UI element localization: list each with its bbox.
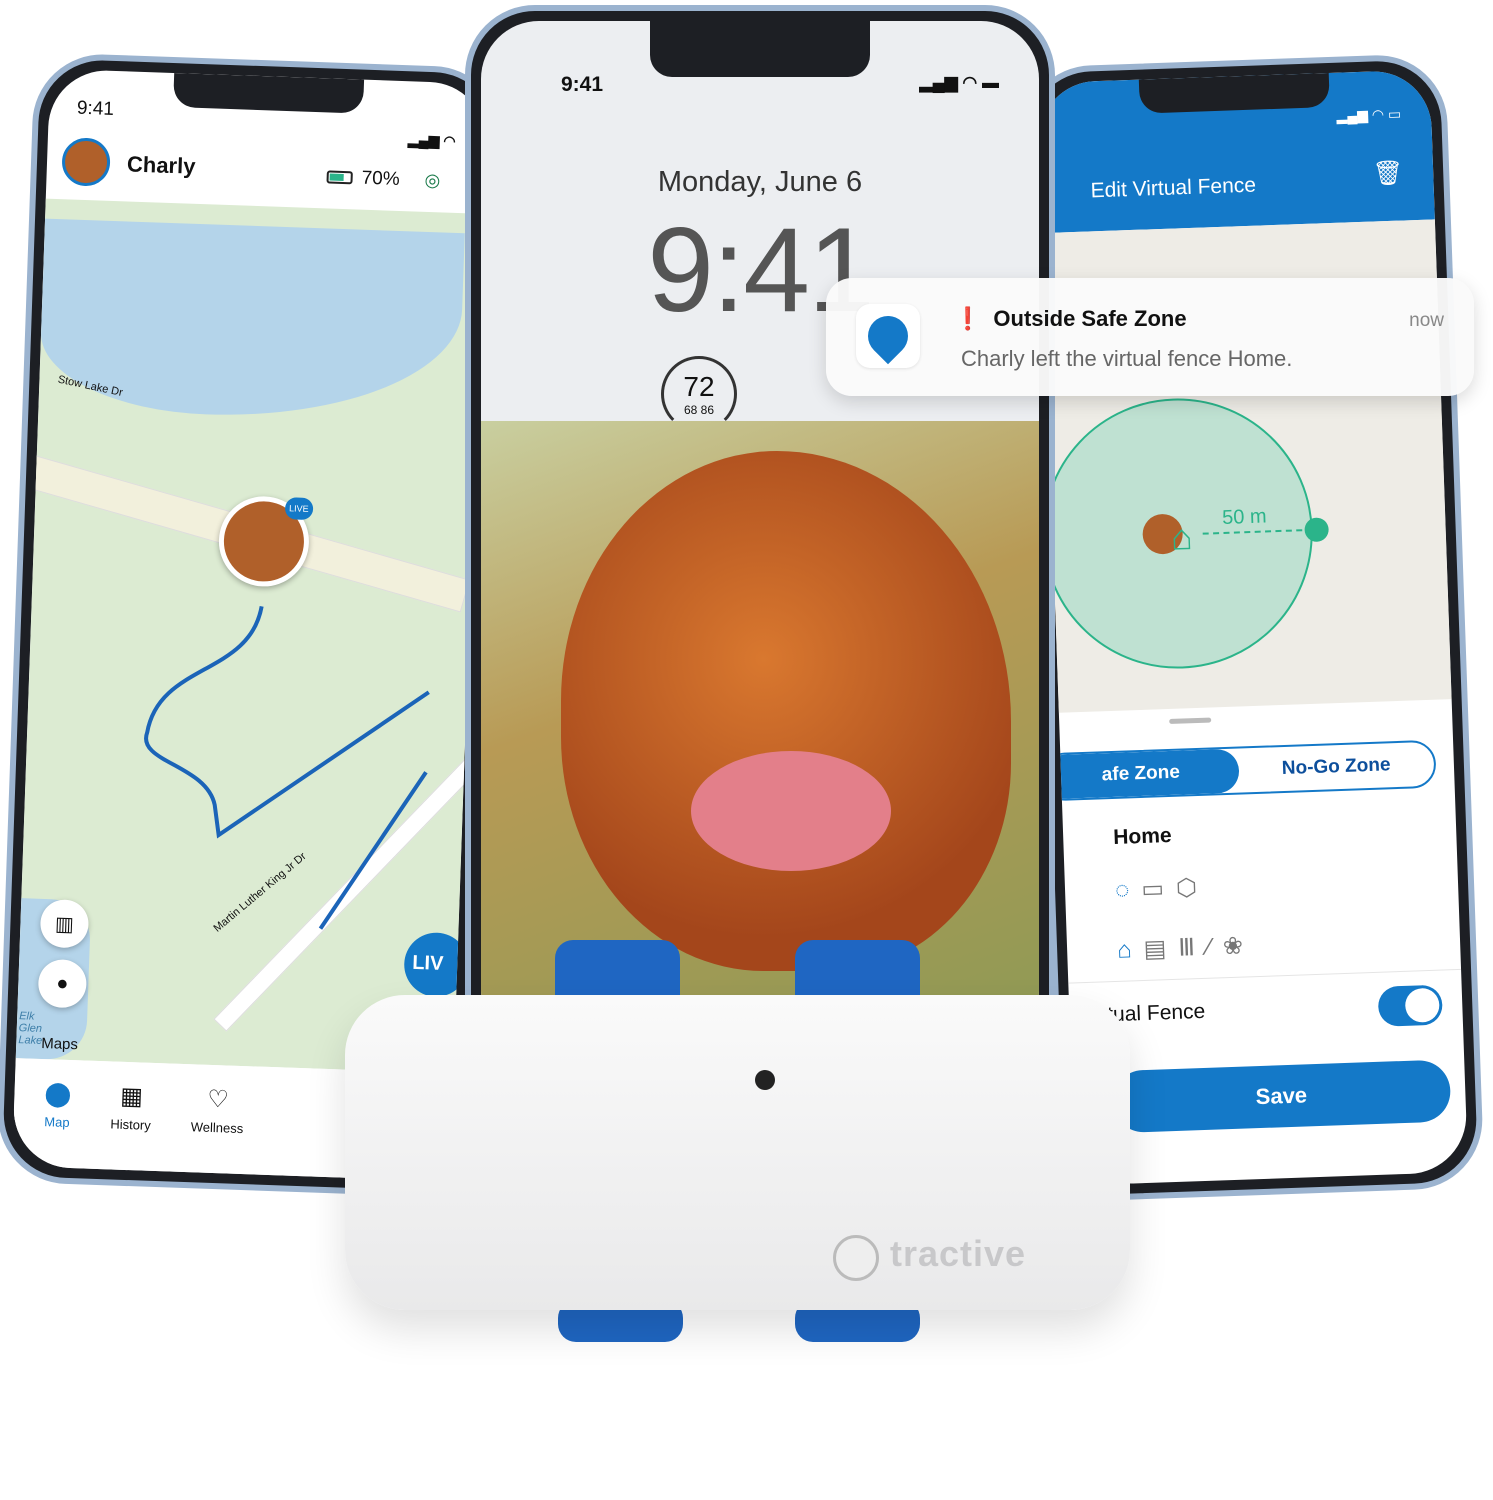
divider [1068,968,1462,984]
device-led [755,1070,775,1090]
center-phone: 9:41 ▂▄▆ ◠ ▬ Monday, June 6 9:41 72 68 8… [465,5,1055,1065]
gps-tracker-device: tractive [345,995,1130,1310]
signal-wifi-battery-icon: ▂▄▆ ◠ ▭ [1336,105,1402,124]
circle-shape-icon[interactable]: ◌ [1115,876,1142,904]
map-icon: ▥ [54,912,75,936]
nav-wellness[interactable]: ♡ Wellness [189,1084,244,1166]
fence-name: Home [1112,823,1172,849]
safe-zone-tab[interactable]: afe Zone [1042,748,1240,800]
signal-wifi-icon: ▂▄▆ ◠ [407,131,456,149]
nav-label: Wellness [190,1119,244,1137]
alert-icon: ❗ [954,306,982,331]
trash-icon[interactable]: 🗑 [1372,158,1403,188]
tractive-logo-icon [833,1235,879,1281]
shape-selector: ◌▭⬡ [1115,873,1210,905]
bone-icon[interactable]: ⁄ [1206,933,1223,961]
map-pin-icon: ⬤ [44,1080,72,1109]
notification-banner[interactable]: ❗ Outside Safe Zone now Charly left the v… [826,278,1474,396]
pin-icon: ● [55,971,69,995]
signal-wifi-battery-icon: ▂▄▆ ◠ ▬ [919,73,999,92]
map-attribution: Maps [40,1034,79,1054]
lock-date: Monday, June 6 [657,166,863,198]
notch [1138,73,1330,114]
radius-label: 50 m [1221,505,1267,529]
paw-icon[interactable]: ❀ [1222,932,1255,960]
calendar-icon: ▦ [119,1082,144,1111]
no-go-zone-tab[interactable]: No-Go Zone [1238,742,1435,793]
notification-body: Charly left the virtual fence Home. [961,346,1293,371]
map-view[interactable]: Stow Lake Dr Martin Luther King Jr Dr LI… [15,198,489,1074]
icon-selector: ⌂▤Ⅲ⁄❀ [1117,931,1256,965]
nav-history[interactable]: ▦ History [109,1081,152,1162]
notch [173,73,365,114]
polygon-shape-icon[interactable]: ⬡ [1176,874,1210,902]
lock-screen: 9:41 ▂▄▆ ◠ ▬ Monday, June 6 9:41 72 68 8… [481,21,1039,1049]
gps-icon: ◎ [424,169,441,191]
home-icon[interactable]: ⌂ [1117,936,1144,964]
battery-icon [326,170,353,185]
nav-map[interactable]: ⬤ Map [42,1079,72,1160]
virtual-fence-toggle[interactable] [1377,984,1443,1027]
status-time: 9:41 [561,73,604,96]
weather-temp: 72 [683,371,715,402]
home-marker-icon: ⌂ [1170,516,1194,558]
briefcase-icon[interactable]: ▤ [1143,935,1179,963]
notch [650,21,870,77]
fence-icon[interactable]: Ⅲ [1178,934,1207,962]
nav-label: Map [44,1114,70,1131]
header-title: Edit Virtual Fence [1090,173,1257,203]
battery-percent: 70% [361,167,401,190]
save-button[interactable]: Save [1111,1059,1452,1134]
sheet-handle[interactable] [1169,717,1212,724]
weather-high: 86 [700,403,715,417]
rectangle-shape-icon[interactable]: ▭ [1141,875,1177,903]
tractive-app-icon [856,304,920,368]
pet-name: Charly [126,151,196,179]
brand-logo: tractive [890,1233,1027,1274]
weather-low: 68 [683,403,698,417]
notification-title: Outside Safe Zone [993,306,1187,331]
status-time: 9:41 [76,97,115,120]
radius-handle[interactable] [1304,517,1330,543]
notification-time: now [1409,310,1444,331]
zone-type-selector: afe Zone No-Go Zone [1040,739,1437,802]
nav-label: History [110,1116,152,1133]
pet-avatar[interactable] [61,137,111,187]
live-badge: LIVE [284,497,313,521]
wellness-heart-icon: ♡ [206,1085,230,1114]
